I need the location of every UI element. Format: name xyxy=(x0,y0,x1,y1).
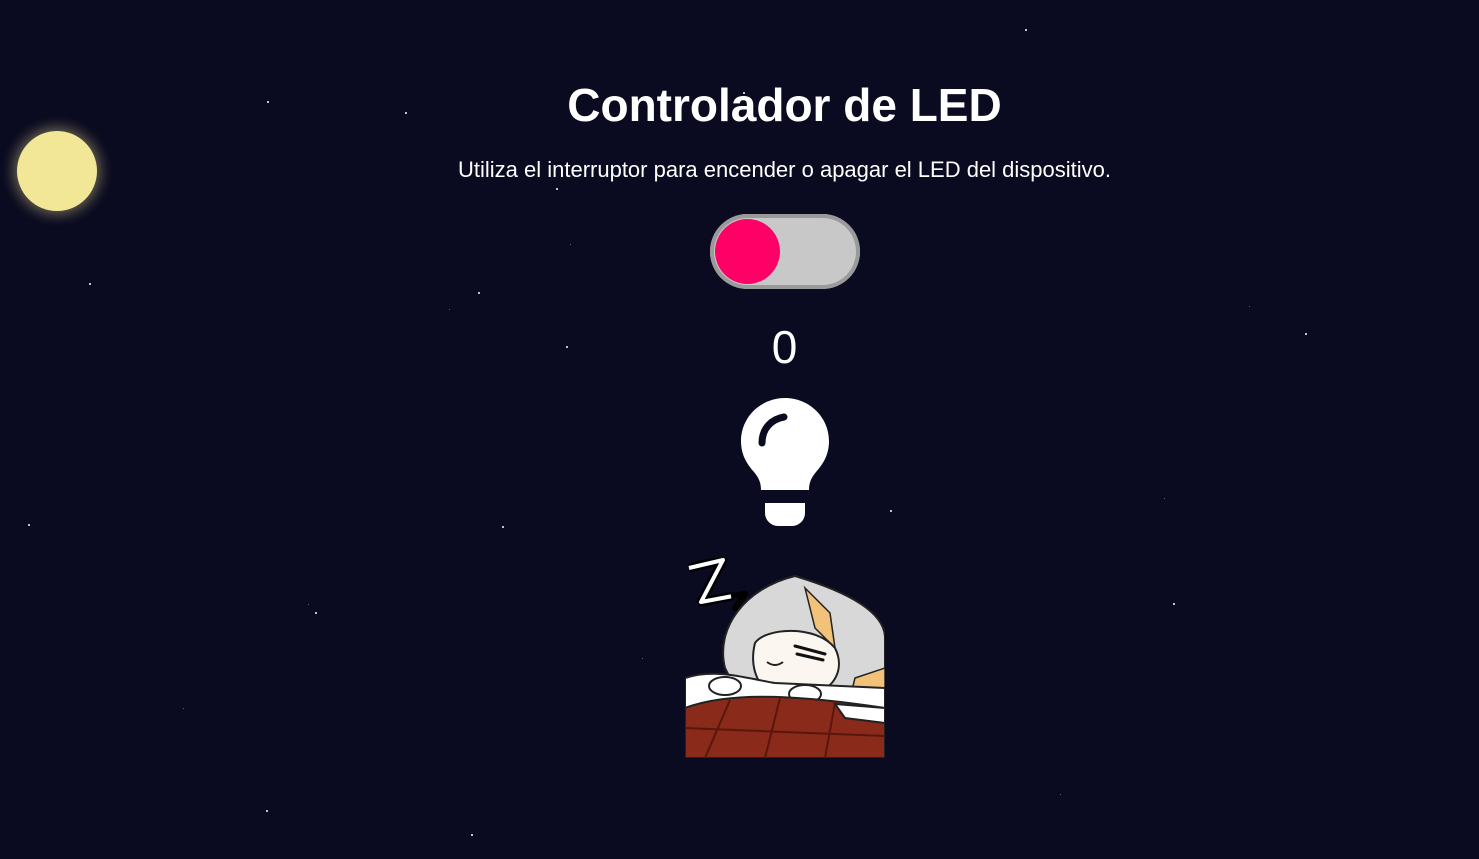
star xyxy=(183,708,184,709)
led-toggle-switch[interactable] xyxy=(710,214,860,289)
toggle-knob xyxy=(715,219,780,284)
page-subtitle: Utiliza el interruptor para encender o a… xyxy=(457,157,1112,182)
star xyxy=(1060,794,1061,795)
lightbulb-icon xyxy=(741,398,829,526)
star xyxy=(890,510,892,512)
led-state-value: 0 xyxy=(771,321,798,373)
star xyxy=(1249,306,1250,307)
star xyxy=(28,524,30,526)
star xyxy=(1164,498,1165,499)
star xyxy=(502,526,504,528)
star xyxy=(1025,29,1027,31)
sleeping-character-illustration xyxy=(685,558,885,758)
star xyxy=(266,810,268,812)
star xyxy=(1173,603,1175,605)
night-sky-background: Controlador de LED Utiliza el interrupto… xyxy=(0,0,1479,859)
star xyxy=(570,244,571,245)
zzz-icon xyxy=(687,558,750,611)
star xyxy=(449,309,450,310)
star xyxy=(478,292,480,294)
star xyxy=(471,834,473,836)
star xyxy=(308,604,309,605)
star xyxy=(642,658,643,659)
star xyxy=(556,188,558,190)
star xyxy=(315,612,317,614)
page-title: Controlador de LED xyxy=(567,79,1002,131)
star xyxy=(89,283,91,285)
